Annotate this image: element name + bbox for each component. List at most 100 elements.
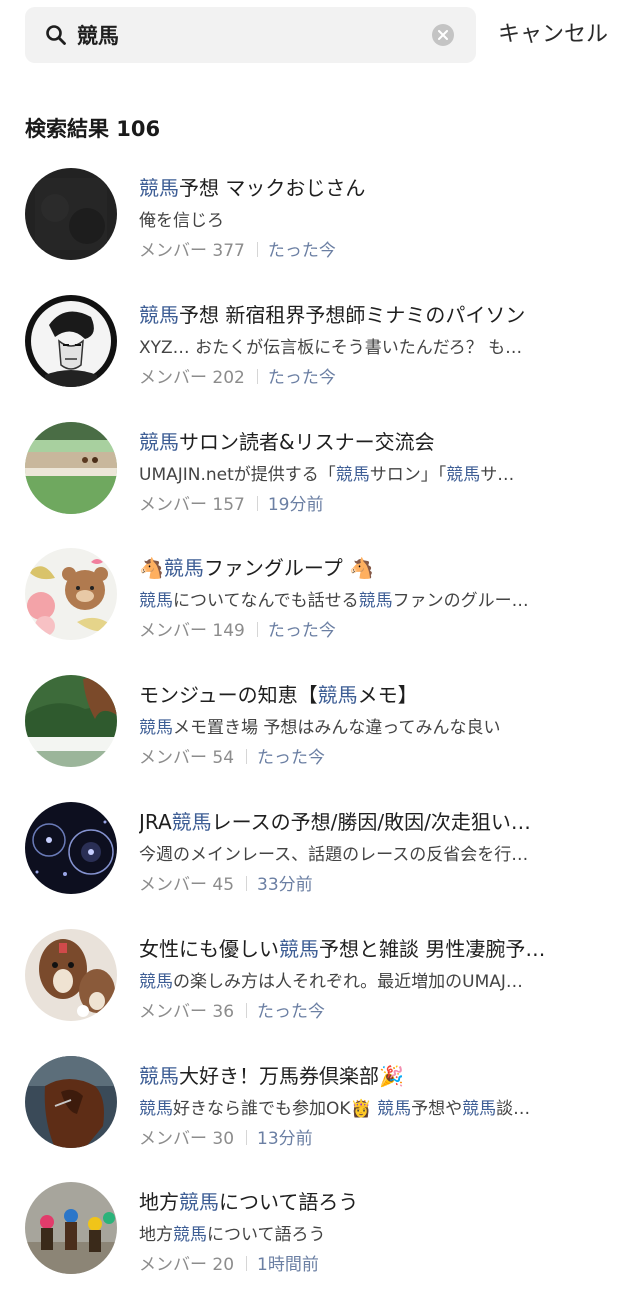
result-title: モンジューの知恵【競馬メモ】 (139, 679, 579, 708)
search-icon (46, 25, 66, 45)
keyword-highlight: 競馬 (139, 176, 179, 200)
result-title: 競馬サロン読者&リスナー交流会 (139, 426, 579, 455)
text-segment: 今週のメインレース、話題のレースの反省会を行… (139, 844, 529, 865)
meta-divider (246, 875, 248, 891)
racehorse-avatar[interactable] (25, 1055, 117, 1148)
member-count: メンバー 45 (139, 874, 235, 895)
result-item[interactable]: 🐴競馬ファングループ 🐴 競馬についてなんでも話せる競馬ファンのグルー… メンバー … (0, 546, 640, 673)
result-item[interactable]: モンジューの知恵【競馬メモ】 競馬メモ置き場 予想はみんな違ってみんな良いメンバー… (0, 673, 640, 800)
result-meta: メンバー 54 たった今 (139, 743, 325, 768)
keyword-highlight: 競馬 (462, 1098, 497, 1119)
result-meta: メンバー 30 13分前 (139, 1124, 313, 1149)
result-description: 競馬についてなんでも話せる競馬ファンのグルー… (139, 586, 571, 611)
racetrack-avatar[interactable] (25, 421, 117, 514)
meta-divider (246, 1002, 248, 1018)
close-icon (438, 30, 448, 40)
text-segment: メモ】 (357, 683, 418, 708)
text-segment: UMAJIN.netが提供する「 (139, 464, 336, 485)
text-segment: 大好き！万馬券倶楽部🎉 (179, 1063, 404, 1088)
text-segment: サ… (480, 464, 515, 485)
night-lights-avatar[interactable] (25, 801, 117, 894)
meta-divider (246, 1129, 248, 1145)
result-item[interactable]: 競馬予想 マックおじさん 俺を信じろ メンバー 377 たった今 (0, 166, 640, 293)
result-item[interactable]: 地方競馬について語ろう 地方競馬について語ろう メンバー 20 1時間前 (0, 1180, 640, 1296)
result-meta: メンバー 149 たった今 (139, 616, 336, 641)
result-meta: メンバー 45 33分前 (139, 870, 313, 895)
meta-divider (256, 242, 258, 257)
text-segment: 予想 新宿租界予想師ミナミのパイソン (179, 302, 526, 327)
text-segment: XYZ… おたくが伝言板にそう書いたんだろ？ も… (139, 337, 523, 358)
last-activity-time: 19分前 (267, 494, 324, 515)
text-segment: サロン読者&リスナー交流会 (179, 429, 435, 454)
member-count: メンバー 54 (139, 748, 235, 769)
keyword-highlight: 競馬 (139, 1063, 179, 1088)
meta-divider (246, 749, 248, 765)
result-item[interactable]: 女性にも優しい競馬予想と雑談 男性凄腕予… 競馬の楽しみ方は人それぞれ。最近増加の… (0, 927, 640, 1054)
horse-field-avatar[interactable] (25, 675, 117, 768)
cancel-button[interactable]: キャンセル (498, 16, 608, 48)
keyword-highlight: 競馬 (317, 683, 358, 708)
keyword-highlight: 競馬 (179, 1190, 219, 1215)
result-description: 競馬好きなら誰でも参加OK👸 競馬予想や競馬談… (139, 1094, 571, 1119)
keyword-highlight: 競馬 (163, 556, 204, 581)
member-count: メンバー 20 (139, 1255, 235, 1276)
text-segment: JRA (139, 809, 172, 834)
text-segment: 🐴 (139, 556, 164, 581)
text-segment: についてなんでも話せる (173, 591, 359, 612)
meta-divider (256, 495, 258, 511)
keyword-highlight: 競馬 (139, 1098, 173, 1119)
result-meta: メンバー 202 たった今 (139, 363, 336, 388)
manga-face-avatar[interactable] (25, 294, 117, 387)
result-description: UMAJIN.netが提供する「競馬サロン」「競馬サ… (139, 460, 571, 485)
result-title: 女性にも優しい競馬予想と雑談 男性凄腕予… (139, 933, 579, 962)
last-activity-time: 33分前 (257, 874, 313, 895)
text-segment: 俺を信じろ (139, 211, 224, 231)
text-segment: 予想と雑談 男性凄腕予… (319, 936, 546, 961)
result-description: 俺を信じろ (139, 206, 571, 231)
result-meta: メンバー 377 たった今 (139, 236, 336, 261)
text-segment: 好きなら誰でも参加OK👸 (173, 1098, 378, 1119)
result-meta: メンバー 36 たった今 (139, 997, 325, 1022)
keyword-highlight: 競馬 (173, 1225, 207, 1246)
member-count: メンバー 30 (139, 1128, 235, 1149)
jockeys-race-avatar[interactable] (25, 1182, 117, 1275)
dark-texture-avatar[interactable] (25, 168, 117, 260)
horse-plush-avatar[interactable] (25, 928, 117, 1021)
keyword-highlight: 競馬 (279, 936, 319, 961)
results-list: 競馬予想 マックおじさん 俺を信じろ メンバー 377 たった今 競馬予想 新宿租界予想… (0, 166, 640, 1296)
last-activity-time: たった今 (267, 621, 336, 642)
result-description: 競馬の楽しみ方は人それぞれ。最近増加のUMAJ… (139, 967, 571, 992)
text-segment: 地方 (139, 1190, 179, 1215)
keyword-highlight: 競馬 (377, 1098, 412, 1119)
keyword-highlight: 競馬 (139, 302, 179, 327)
member-count: メンバー 202 (139, 367, 245, 388)
result-description: 今週のメインレース、話題のレースの反省会を行… (139, 840, 571, 865)
member-count: メンバー 149 (139, 621, 245, 642)
result-item[interactable]: 競馬予想 新宿租界予想師ミナミのパイソン XYZ… おたくが伝言板にそう書いたんだ… (0, 293, 640, 420)
clear-search-button[interactable] (432, 24, 454, 46)
text-segment: 地方 (139, 1225, 173, 1246)
text-segment: 談… (496, 1098, 531, 1119)
keyword-highlight: 競馬 (139, 591, 173, 612)
result-item[interactable]: 競馬大好き！万馬券倶楽部🎉 競馬好きなら誰でも参加OK👸 競馬予想や競馬談… メンバ… (0, 1054, 640, 1181)
keyword-highlight: 競馬 (358, 591, 393, 612)
result-meta: メンバー 157 19分前 (139, 490, 324, 515)
text-segment: について語ろう (219, 1190, 359, 1215)
keyword-highlight: 競馬 (446, 464, 481, 485)
result-item[interactable]: JRA競馬レースの予想/勝因/敗因/次走狙い… 今週のメインレース、話題のレースの… (0, 800, 640, 927)
keyword-highlight: 競馬 (139, 429, 179, 454)
text-segment: メモ置き場 予想はみんな違ってみんな良い (173, 718, 501, 739)
result-title: 🐴競馬ファングループ 🐴 (139, 552, 579, 581)
result-title: 地方競馬について語ろう (139, 1186, 579, 1215)
meta-divider (256, 368, 258, 384)
result-item[interactable]: 競馬サロン読者&リスナー交流会 UMAJIN.netが提供する「競馬サロン」「競馬… (0, 420, 640, 547)
last-activity-time: たった今 (267, 241, 336, 261)
search-input[interactable] (77, 7, 437, 63)
bear-character-avatar[interactable] (25, 548, 117, 641)
result-description: 地方競馬について語ろう (139, 1220, 571, 1245)
text-segment: サロン」「 (369, 464, 447, 485)
keyword-highlight: 競馬 (171, 809, 212, 834)
last-activity-time: たった今 (267, 367, 336, 388)
member-count: メンバー 36 (139, 1001, 235, 1022)
search-bar[interactable] (25, 7, 476, 63)
